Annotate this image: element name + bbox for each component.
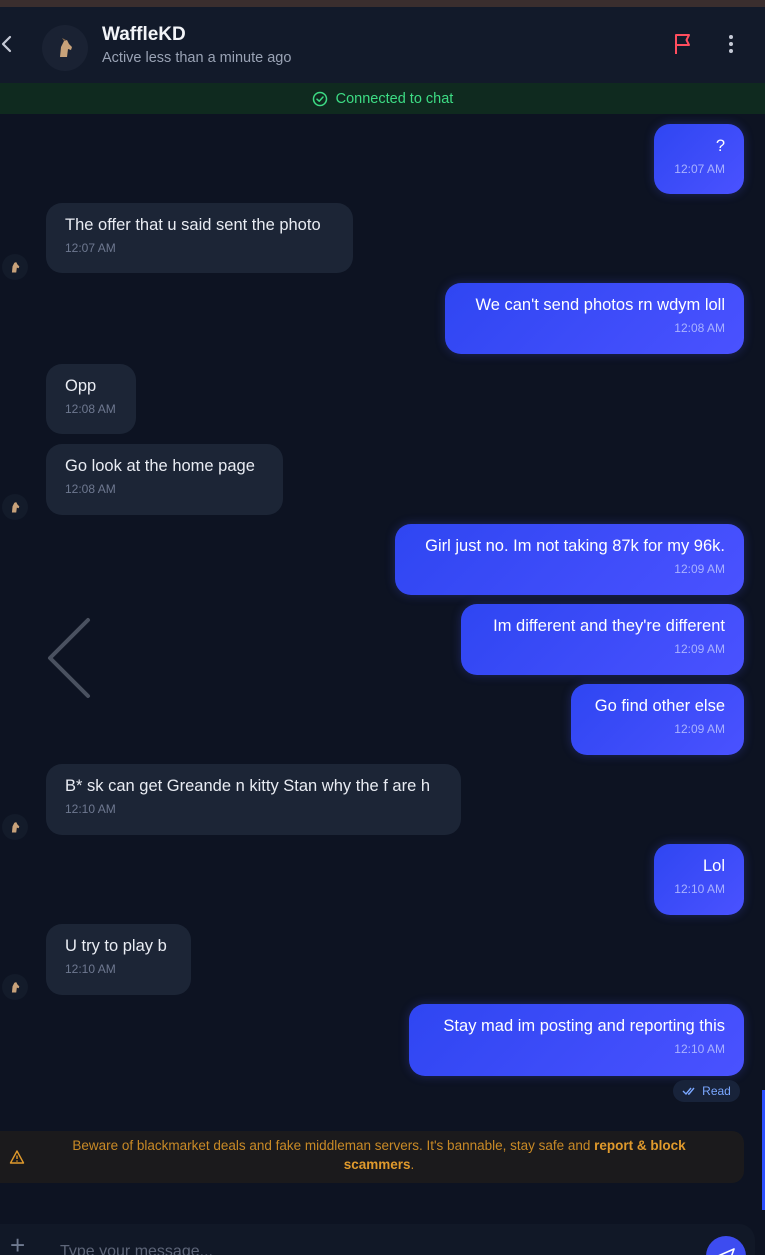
contact-name: WaffleKD [102,24,186,45]
message-text: Im different and they're different [493,617,725,635]
message-outgoing[interactable]: Im different and they're different 12:09… [461,604,744,675]
message-incoming[interactable]: B* sk can get Greande n kitty Stan why t… [46,764,461,835]
read-receipt: Read [673,1080,740,1102]
message-time: 12:10 AM [674,1042,725,1056]
message-time: 12:09 AM [674,562,725,576]
message-list[interactable]: ? 12:07 AM The offer that u said sent th… [0,114,765,1129]
message-time: 12:08 AM [65,482,116,496]
sender-avatar [2,974,28,1000]
top-status-strip [0,0,765,7]
message-incoming[interactable]: Go look at the home page 12:08 AM [46,444,283,515]
message-text: Go find other else [594,697,725,715]
message-time: 12:07 AM [674,162,725,176]
message-outgoing[interactable]: Stay mad im posting and reporting this 1… [409,1004,744,1076]
check-circle-icon [312,91,327,106]
message-time: 12:10 AM [65,962,116,976]
connection-status: Connected to chat [0,83,765,114]
chat-header: WaffleKD Active less than a minute ago [0,7,765,83]
sender-avatar [2,494,28,520]
message-incoming[interactable]: The offer that u said sent the photo 12:… [46,203,353,273]
connection-status-text: Connected to chat [335,90,454,107]
message-time: 12:10 AM [65,802,116,816]
report-button[interactable] [670,31,696,57]
avatar-horse-icon [11,822,20,833]
message-composer: + [0,1224,755,1255]
previous-image-button[interactable] [44,616,94,700]
message-incoming[interactable]: U try to play b 12:10 AM [46,924,191,995]
message-input[interactable] [60,1240,660,1255]
message-time: 12:07 AM [65,241,116,255]
message-outgoing[interactable]: ? 12:07 AM [654,124,744,194]
double-check-icon [682,1087,695,1096]
message-time: 12:10 AM [674,882,725,896]
more-options-button[interactable] [720,31,742,57]
sender-avatar [2,814,28,840]
message-outgoing[interactable]: Go find other else 12:09 AM [571,684,744,755]
message-text: We can't send photos rn wdym loll [475,296,725,314]
warning-icon [9,1150,25,1164]
warning-text: Beware of blackmarket deals and fake mid… [72,1138,595,1153]
message-text: Go look at the home page [65,457,255,475]
message-outgoing[interactable]: We can't send photos rn wdym loll 12:08 … [445,283,744,354]
message-text: Stay mad im posting and reporting this [443,1017,725,1035]
avatar-horse-icon [60,38,72,57]
flag-icon [675,34,690,54]
message-text: ? [715,137,725,155]
more-vertical-icon [729,35,733,53]
message-text: Girl just no. Im not taking 87k for my 9… [425,537,725,555]
plus-icon: + [10,1230,26,1255]
message-time: 12:08 AM [65,402,116,416]
scam-warning-banner: Beware of blackmarket deals and fake mid… [0,1131,744,1183]
message-text: Opp [65,377,97,395]
presence-status: Active less than a minute ago [102,50,292,66]
sender-avatar [2,254,28,280]
message-text: U try to play b [65,937,167,955]
avatar-horse-icon [11,262,20,273]
avatar-horse-icon [11,982,20,993]
avatar-horse-icon [11,502,20,513]
message-time: 12:09 AM [674,722,725,736]
send-icon [718,1248,735,1255]
message-time: 12:08 AM [674,321,725,335]
chevron-left-icon [1,35,12,53]
message-incoming[interactable]: Opp 12:08 AM [46,364,136,434]
read-receipt-label: Read [702,1084,731,1098]
attach-button[interactable]: + [10,1232,32,1255]
message-text: Lol [702,857,725,875]
message-outgoing[interactable]: Girl just no. Im not taking 87k for my 9… [395,524,744,595]
avatar[interactable] [42,25,88,71]
message-time: 12:09 AM [674,642,725,656]
message-text: The offer that u said sent the photo [65,216,321,234]
message-text: B* sk can get Greande n kitty Stan why t… [65,777,431,795]
message-outgoing[interactable]: Lol 12:10 AM [654,844,744,915]
chevron-left-icon [48,618,90,698]
warning-text-end: . [410,1157,415,1172]
back-button[interactable] [0,29,22,59]
